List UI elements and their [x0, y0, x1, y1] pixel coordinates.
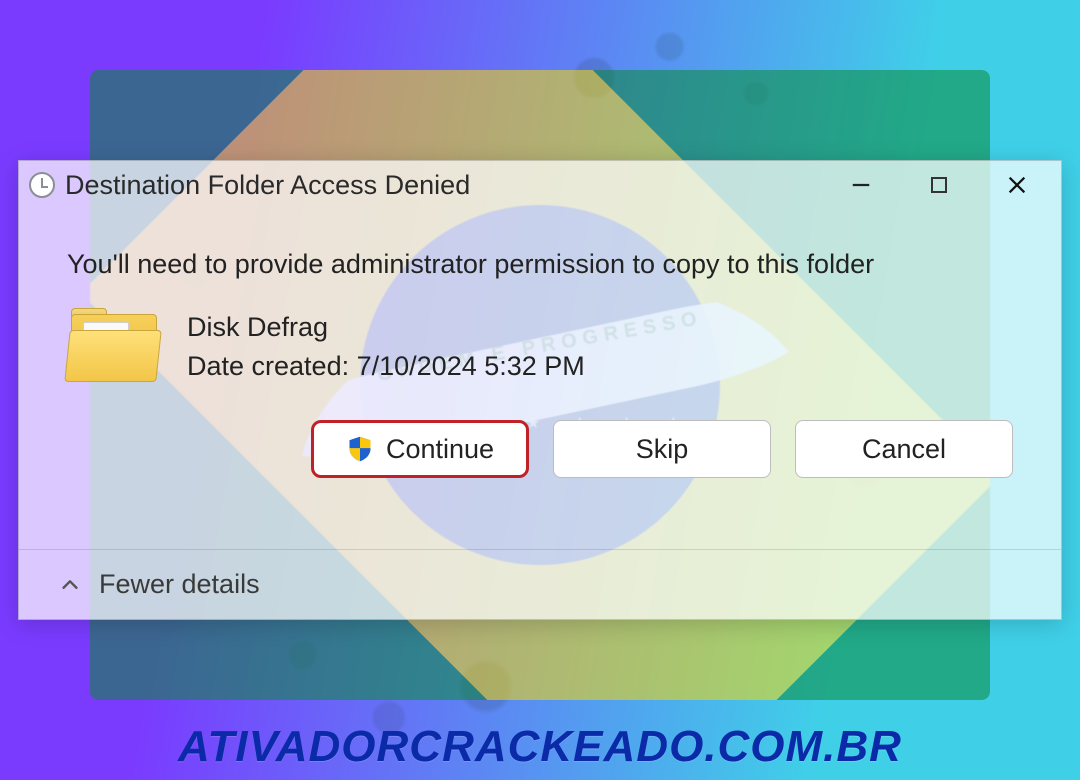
cancel-label: Cancel: [862, 434, 946, 465]
cancel-button[interactable]: Cancel: [795, 420, 1013, 478]
continue-button[interactable]: Continue: [311, 420, 529, 478]
close-button[interactable]: [993, 165, 1041, 205]
permission-message: You'll need to provide administrator per…: [67, 249, 1013, 280]
dialog-footer: Fewer details: [19, 549, 1061, 619]
chevron-up-icon: [59, 574, 81, 596]
window-controls: [837, 165, 1055, 205]
folder-date: Date created: 7/10/2024 5:32 PM: [187, 347, 585, 386]
folder-info: Disk Defrag Date created: 7/10/2024 5:32…: [67, 308, 1013, 386]
folder-name: Disk Defrag: [187, 308, 585, 347]
window-title: Destination Folder Access Denied: [65, 170, 837, 201]
titlebar: Destination Folder Access Denied: [19, 161, 1061, 209]
fewer-details-toggle[interactable]: Fewer details: [99, 569, 260, 600]
skip-label: Skip: [636, 434, 689, 465]
folder-icon: [67, 308, 163, 386]
uac-shield-icon: [346, 435, 374, 463]
clock-icon: [29, 172, 55, 198]
skip-button[interactable]: Skip: [553, 420, 771, 478]
maximize-button[interactable]: [915, 165, 963, 205]
watermark-text: ATIVADORCRACKEADO.COM.BR: [0, 722, 1080, 772]
minimize-button[interactable]: [837, 165, 885, 205]
dialog-buttons: Continue Skip Cancel: [19, 386, 1061, 478]
access-denied-dialog: Destination Folder Access Denied You'll …: [18, 160, 1062, 620]
continue-label: Continue: [386, 434, 494, 465]
